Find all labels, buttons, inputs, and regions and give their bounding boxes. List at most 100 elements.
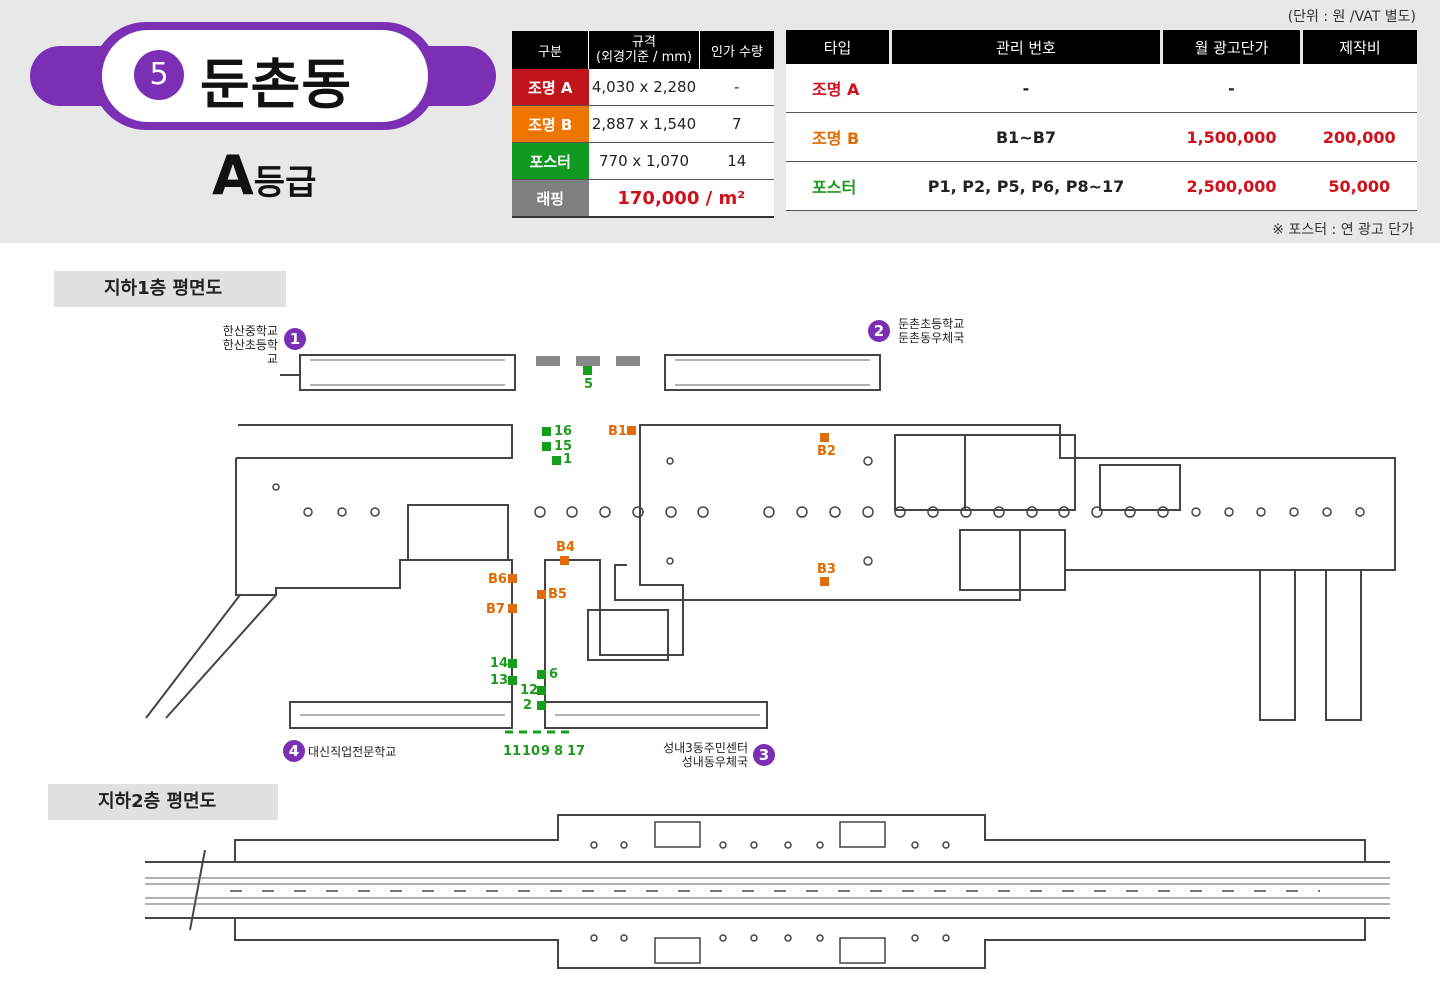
poster-13-label: 13 [490, 673, 509, 688]
station-name: 둔촌동 [200, 53, 353, 116]
poster-note: ※ 포스터 : 연 광고 단가 [1272, 222, 1414, 238]
price-production: 200,000 [1301, 112, 1417, 162]
exit-3-line1: 성내3동주민센터 [663, 741, 748, 755]
marker-b2-label: B2 [817, 444, 836, 459]
marker-b2 [820, 433, 829, 442]
spec-size: 4,030 x 2,280 [588, 69, 700, 106]
station-number-badge: 5 [134, 50, 184, 100]
spec-header-size-line2: (외경기준 / mm) [596, 50, 692, 65]
marker-b4 [560, 556, 569, 565]
price-production: 50,000 [1301, 161, 1417, 211]
exit-4-label: 대신직업전문학교 [308, 745, 397, 759]
exit-1-label: 한산중학교 한산초등학교 [214, 324, 278, 366]
poster-2-label: 2 [523, 698, 533, 713]
spec-header-qty: 인가 수량 [699, 31, 774, 69]
price-ids: P1, P2, P5, P6, P8~17 [890, 161, 1162, 211]
table-row: 조명 B B1~B7 1,500,000 200,000 [786, 112, 1417, 162]
poster-5-label: 5 [584, 377, 594, 392]
grade-letter: A [212, 144, 254, 207]
marker-b5 [537, 590, 546, 599]
marker-b7-label: B7 [486, 602, 505, 617]
poster-8-label: 8 [554, 744, 564, 759]
marker-b3 [820, 577, 829, 586]
poster-5 [583, 366, 592, 375]
marker-b4-label: B4 [556, 540, 575, 555]
table-row: 조명 A 4,030 x 2,280 - [512, 69, 774, 106]
table-row: 래핑 170,000 / m² [512, 179, 774, 218]
marker-b5-label: B5 [548, 587, 567, 602]
spec-header-size: 규격 (외경기준 / mm) [588, 31, 700, 69]
spec-table: 구분 규격 (외경기준 / mm) 인가 수량 조명 A 4,030 x 2,2… [512, 31, 774, 218]
spec-type: 조명 B [512, 105, 589, 143]
wrapping-price: 170,000 / m² [588, 179, 774, 218]
exit-2-line2: 둔촌동우체국 [898, 331, 965, 345]
poster-9-label: 9 [541, 744, 551, 759]
poster-16 [542, 427, 551, 436]
price-type: 포스터 [786, 161, 891, 211]
poster-15 [542, 442, 551, 451]
price-monthly: 2,500,000 [1161, 161, 1302, 211]
poster-11-label: 11 [503, 744, 522, 759]
poster-2 [537, 701, 546, 710]
header-panel: 5 둔촌동 A등급 (단위 : 원 /VAT 별도) ※ 포스터 : 연 광고 … [0, 0, 1440, 243]
poster-10-label: 10 [522, 744, 541, 759]
price-production [1301, 64, 1417, 113]
spec-type: 조명 A [512, 69, 589, 106]
spec-qty: 7 [699, 105, 774, 143]
grade-suffix: 등급 [253, 163, 317, 203]
price-monthly: - [1161, 64, 1302, 113]
table-row: 포스터 P1, P2, P5, P6, P8~17 2,500,000 50,0… [786, 161, 1417, 211]
price-ids: - [890, 64, 1162, 113]
spec-header-type: 구분 [512, 31, 589, 69]
table-row: 포스터 770 x 1,070 14 [512, 142, 774, 180]
price-header-production: 제작비 [1300, 30, 1417, 64]
marker-b6-label: B6 [488, 572, 507, 587]
spec-qty: - [699, 69, 774, 106]
poster-12 [537, 686, 546, 695]
spec-qty: 14 [699, 142, 774, 180]
poster-6-label: 6 [549, 667, 559, 682]
price-header-monthly: 월 광고단가 [1160, 30, 1302, 64]
marker-b6 [508, 574, 517, 583]
poster-13 [508, 676, 517, 685]
poster-12-label: 12 [520, 683, 539, 698]
exit-3-icon: 3 [753, 744, 775, 766]
poster-6 [537, 670, 546, 679]
exit-1-line2: 한산초등학교 [222, 338, 278, 366]
exit-2-label: 둔촌초등학교 둔촌동우체국 [898, 317, 964, 345]
exit-3-line2: 성내동우체국 [681, 755, 748, 769]
poster-17-label: 17 [567, 744, 586, 759]
marker-b7 [508, 604, 517, 613]
price-table: 타입 관리 번호 월 광고단가 제작비 조명 A - - 조명 B B1~B7 … [786, 30, 1417, 211]
exit-1-line1: 한산중학교 [222, 324, 278, 338]
poster-14 [508, 659, 517, 668]
floor-b2-map [145, 814, 1390, 969]
exit-2-line1: 둔촌초등학교 [898, 317, 965, 331]
spec-size: 770 x 1,070 [588, 142, 700, 180]
poster-14-label: 14 [490, 656, 509, 671]
spec-size: 2,887 x 1,540 [588, 105, 700, 143]
exit-4-icon: 4 [283, 740, 305, 762]
price-type: 조명 A [786, 64, 891, 113]
price-header-type: 타입 [786, 30, 891, 64]
marker-b1-label: B1 [608, 424, 627, 439]
poster-1 [552, 456, 561, 465]
poster-16-label: 16 [554, 424, 573, 439]
exit-2-icon: 2 [868, 320, 890, 342]
wrapping-label: 래핑 [512, 179, 589, 218]
unit-note: (단위 : 원 /VAT 별도) [1287, 9, 1416, 25]
table-row: 조명 B 2,887 x 1,540 7 [512, 105, 774, 143]
grade-label: A등급 [212, 144, 316, 207]
marker-b1 [627, 426, 636, 435]
spec-header-size-line1: 규격 [632, 35, 656, 50]
marker-b3-label: B3 [817, 562, 836, 577]
poster-1-label: 1 [563, 452, 573, 467]
price-ids: B1~B7 [890, 112, 1162, 162]
exit-3-label: 성내3동주민센터 성내동우체국 [660, 741, 748, 769]
exit-1-icon: 1 [284, 328, 306, 350]
price-header-id: 관리 번호 [889, 30, 1162, 64]
price-monthly: 1,500,000 [1161, 112, 1302, 162]
table-row: 조명 A - - [786, 64, 1417, 113]
spec-type: 포스터 [512, 142, 589, 180]
price-type: 조명 B [786, 112, 891, 162]
